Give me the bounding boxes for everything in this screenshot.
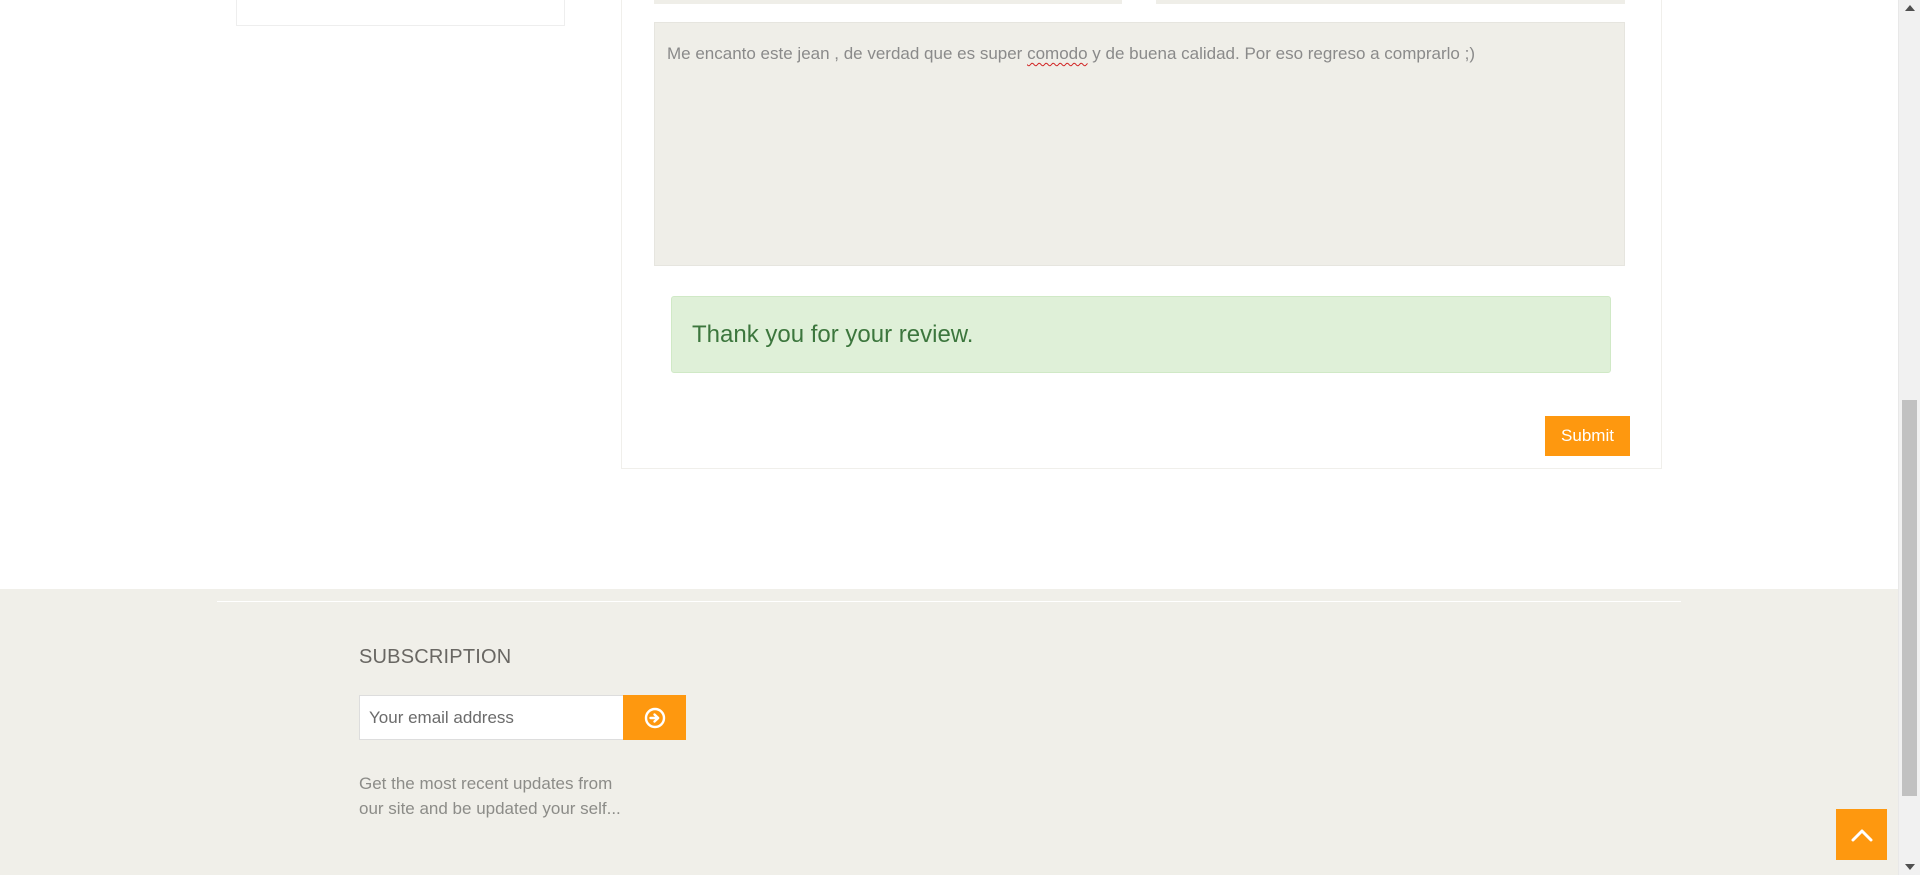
review-textarea[interactable]: Me encanto este jean , de verdad que es … <box>654 22 1625 266</box>
scroll-up-arrow-icon[interactable] <box>1905 5 1915 11</box>
subscription-description-line: our site and be updated your self... <box>359 799 621 818</box>
vertical-scrollbar[interactable] <box>1898 0 1920 875</box>
page: Me encanto este jean , de verdad que es … <box>0 0 1920 875</box>
subscription-description-line: Get the most recent updates from <box>359 774 613 793</box>
review-success-alert: Thank you for your review. <box>671 296 1611 373</box>
review-misspelled-word: comodo <box>1027 44 1088 63</box>
sidebar-panel <box>236 0 565 26</box>
scroll-to-top-button[interactable] <box>1836 809 1887 860</box>
subscribe-button[interactable] <box>623 695 686 740</box>
subscription-description: Get the most recent updates from our sit… <box>359 771 659 821</box>
subscription-title: SUBSCRIPTION <box>359 646 512 668</box>
submit-review-button[interactable]: Submit <box>1545 416 1630 456</box>
review-text-part: y de buena calidad. Por eso regreso a co… <box>1087 44 1475 63</box>
email-placeholder: Your email address <box>369 707 514 727</box>
subscription-email-input[interactable]: Your email address <box>359 695 624 740</box>
scroll-down-arrow-icon[interactable] <box>1905 864 1915 870</box>
review-text-part: Me encanto este jean , de verdad que es … <box>667 44 1028 63</box>
scrollbar-thumb[interactable] <box>1902 400 1917 796</box>
success-message: Thank you for your review. <box>692 320 974 348</box>
review-name-field[interactable] <box>654 0 1122 4</box>
review-email-field[interactable] <box>1156 0 1625 4</box>
footer: SUBSCRIPTION Your email address Get the … <box>0 589 1898 875</box>
chevron-up-icon <box>1851 829 1872 841</box>
footer-divider <box>217 601 1681 602</box>
arrow-circle-right-icon <box>644 707 665 728</box>
